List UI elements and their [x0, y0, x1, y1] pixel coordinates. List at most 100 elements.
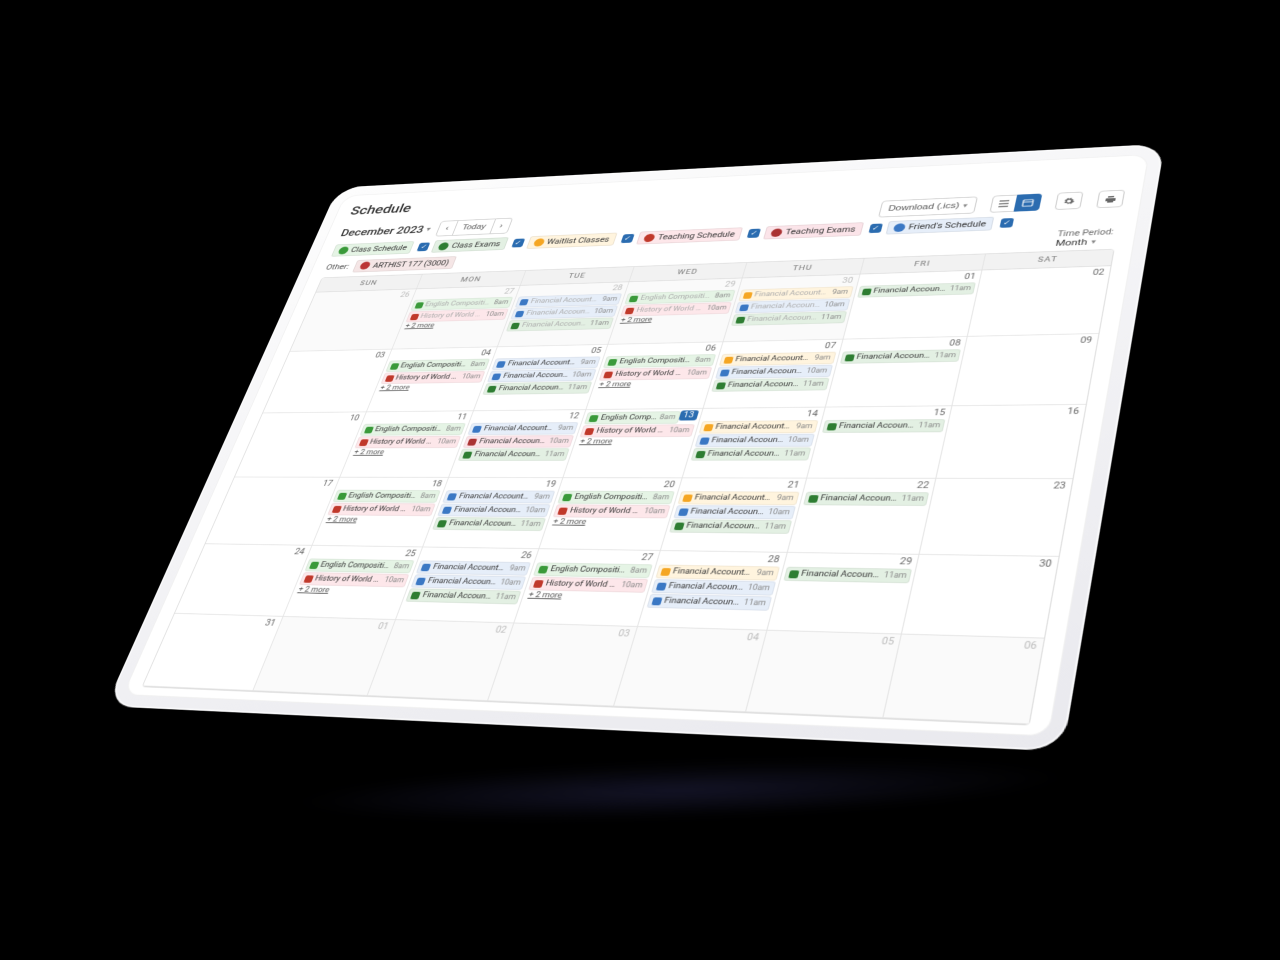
other-chip[interactable]: ARTHIST 177 (3000)	[353, 256, 457, 272]
more-events-link[interactable]: + 2 more	[402, 320, 505, 331]
calendar-event[interactable]: History of World …10am	[327, 503, 436, 516]
calendar-event[interactable]: Financial Account…11am	[669, 519, 792, 534]
calendar-event[interactable]: Financial Account…9am	[416, 560, 531, 575]
calendar-cell[interactable]: 02	[968, 266, 1111, 337]
calendar-event[interactable]: English Compositi…8am	[533, 562, 652, 578]
more-events-link[interactable]: + 2 more	[525, 590, 644, 603]
more-events-link[interactable]: + 2 more	[351, 448, 457, 457]
calendar-cell[interactable]: 31	[143, 614, 283, 691]
calendar-event[interactable]: Financial Account…11am	[646, 594, 771, 611]
more-events-link[interactable]: + 2 more	[323, 515, 431, 525]
calendar-event[interactable]: History of World …10am	[580, 424, 695, 437]
calendar-cell[interactable]: 04	[614, 627, 767, 712]
calendar-event[interactable]: Financial Account…11am	[731, 311, 847, 326]
calendar-event[interactable]: Financial Account…9am	[719, 352, 836, 366]
filter-wait[interactable]: Waitlist Classes	[526, 233, 618, 249]
calendar-event[interactable]: History of World …10am	[354, 436, 461, 448]
filter-friend[interactable]: Friend's Schedule	[885, 217, 994, 235]
calendar-event[interactable]: English Compositi…8am	[304, 558, 415, 573]
calendar-event[interactable]: Financial Account…11am	[691, 447, 811, 460]
calendar-event[interactable]: Financial Account…10am	[438, 504, 551, 518]
calendar-cell[interactable]: 14Financial Account…9amFinancial Account…	[682, 407, 825, 478]
calendar-cell[interactable]: 27English Compositi…8amHistory of World …	[514, 549, 660, 627]
calendar-cell[interactable]: 03	[488, 623, 638, 706]
calendar-event[interactable]: Financial Account…10am	[411, 574, 526, 590]
calendar-cell[interactable]: 29English Compositi…8amHistory of World …	[608, 278, 742, 344]
more-events-link[interactable]: + 2 more	[618, 314, 729, 326]
calendar-event[interactable]: Financial Account…9am	[677, 491, 799, 505]
filter-wait-checkbox[interactable]: ✓	[620, 234, 634, 243]
calendar-cell[interactable]: 22Financial Account…11am	[787, 478, 936, 554]
calendar-event[interactable]: Financial Account…9am	[492, 356, 601, 370]
calendar-cell[interactable]: 21Financial Account…9amFinancial Account…	[661, 478, 807, 553]
filter-exam[interactable]: Class Exams	[431, 237, 508, 252]
settings-button[interactable]	[1055, 192, 1084, 210]
calendar-event[interactable]: History of World …10am	[528, 577, 648, 593]
calendar-cell[interactable]: 05	[745, 631, 902, 719]
filter-class-checkbox[interactable]: ✓	[417, 242, 431, 251]
calendar-event[interactable]: Financial Account…9am	[443, 490, 556, 503]
month-picker[interactable]: December 2023 ▾	[339, 223, 433, 238]
calendar-event[interactable]: English Compositi…8am	[557, 491, 674, 505]
calendar-event[interactable]: Financial Account…9am	[468, 422, 579, 435]
calendar-event[interactable]: Financial Account…10am	[463, 435, 574, 448]
calendar-event[interactable]: Financial Account…11am	[483, 381, 593, 394]
calendar-cell[interactable]: 29Financial Account…11am	[767, 553, 920, 635]
calendar-cell[interactable]: 15Financial Account…11am	[807, 406, 953, 479]
calendar-event[interactable]: Financial Account…9am	[655, 565, 779, 581]
calendar-event[interactable]: History of World …10am	[299, 572, 410, 587]
filter-exam-checkbox[interactable]: ✓	[511, 238, 525, 247]
calendar-cell[interactable]: 30	[902, 555, 1058, 639]
calendar-cell[interactable]: 24	[175, 544, 312, 617]
time-period-select[interactable]: Month ▾	[1055, 237, 1097, 248]
calendar-event[interactable]: Financial Account…11am	[506, 317, 614, 331]
calendar-cell[interactable]: 20English Compositi…8amHistory of World …	[539, 478, 682, 551]
calendar-event[interactable]: Financial Account…10am	[651, 579, 776, 596]
calendar-event[interactable]: English Compositi…8am	[332, 490, 441, 503]
more-events-link[interactable]: + 2 more	[596, 379, 709, 390]
calendar-event[interactable]: English Compositi…8am	[584, 411, 681, 424]
calendar-event[interactable]: English Compositi…8am	[359, 423, 466, 436]
calendar-event[interactable]: Financial Account…11am	[822, 419, 946, 433]
calendar-cell[interactable]: 23	[920, 479, 1073, 557]
calendar-cell[interactable]: 26Financial Account…9amFinancial Account…	[396, 547, 539, 623]
calendar-view-button[interactable]	[1014, 194, 1043, 212]
calendar-event[interactable]: English Compositi…8am	[385, 359, 490, 372]
calendar-event[interactable]: Financial Account…10am	[487, 369, 596, 382]
filter-teach-checkbox[interactable]: ✓	[747, 229, 761, 238]
calendar-cell[interactable]: 13English Compositi…8amHistory of World …	[563, 409, 703, 479]
calendar-event[interactable]: Financial Account…11am	[857, 282, 976, 297]
filter-class[interactable]: Class Schedule	[331, 241, 415, 257]
more-events-link[interactable]: + 2 more	[550, 517, 667, 528]
calendar-cell[interactable]: 30Financial Account…9amFinancial Account…	[723, 274, 860, 342]
more-events-link[interactable]: + 2 more	[295, 585, 405, 597]
calendar-event[interactable]: Financial Account…11am	[711, 378, 829, 392]
calendar-event[interactable]: English Compositi…8am	[603, 354, 716, 368]
calendar-cell[interactable]: 16	[937, 405, 1086, 479]
calendar-cell[interactable]: 06	[884, 635, 1044, 725]
calendar-event[interactable]: Financial Account…10am	[695, 434, 815, 447]
calendar-cell[interactable]: 09	[953, 334, 1099, 406]
calendar-cell[interactable]: 01	[253, 617, 396, 696]
calendar-cell[interactable]: 08Financial Account…11am	[825, 337, 968, 408]
filter-texam-checkbox[interactable]: ✓	[868, 224, 882, 234]
calendar-event[interactable]: Financial Account…11am	[840, 349, 962, 364]
calendar-cell[interactable]: 07Financial Account…9amFinancial Account…	[703, 340, 843, 409]
calendar-event[interactable]: Financial Account…11am	[406, 588, 522, 604]
filter-texam[interactable]: Teaching Exams	[763, 222, 864, 239]
calendar-cell[interactable]: 28Financial Account…9amFinancial Account…	[638, 551, 788, 631]
calendar-event[interactable]: History of World …10am	[553, 504, 671, 518]
filter-teach[interactable]: Teaching Schedule	[636, 227, 743, 244]
calendar-event[interactable]: Financial Account…10am	[715, 365, 833, 379]
calendar-event[interactable]: Financial Account…9am	[699, 420, 818, 433]
calendar-cell[interactable]: 06English Compositi…8amHistory of World …	[586, 342, 723, 410]
calendar-cell[interactable]: 01Financial Account…11am	[843, 270, 983, 339]
calendar-cell[interactable]: 12Financial Account…9amFinancial Account…	[449, 410, 586, 478]
calendar-event[interactable]: Financial Account…11am	[783, 567, 912, 584]
download-ics-button[interactable]: Download (.ics) ▾	[878, 196, 978, 217]
calendar-event[interactable]: Financial Account…11am	[458, 448, 570, 461]
calendar-event[interactable]: Financial Account…11am	[803, 492, 930, 506]
calendar-cell[interactable]: 19Financial Account…9amFinancial Account…	[423, 478, 563, 549]
calendar-cell[interactable]: 02	[368, 620, 514, 701]
more-events-link[interactable]: + 2 more	[377, 382, 482, 392]
